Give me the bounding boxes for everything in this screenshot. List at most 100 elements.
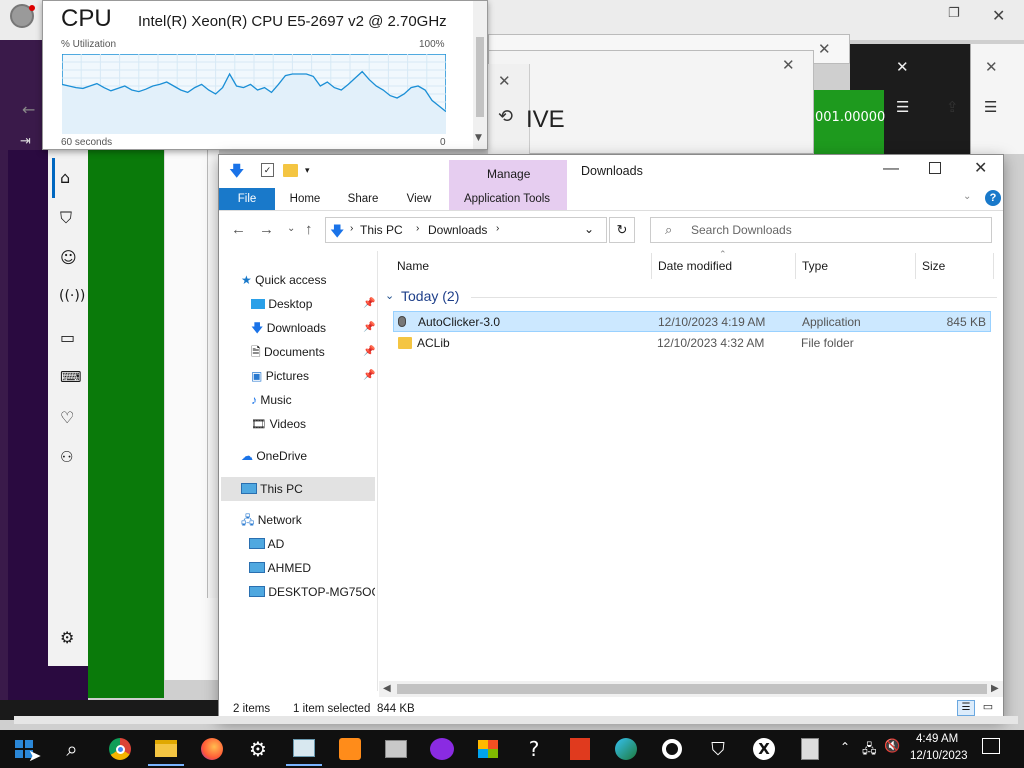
- tab-view[interactable]: View: [395, 188, 443, 210]
- col-divider[interactable]: [915, 253, 916, 279]
- crumb-downloads[interactable]: Downloads: [428, 223, 487, 237]
- nav-quick-access[interactable]: ★ Quick access: [241, 268, 326, 292]
- settings-icon[interactable]: ⚙: [60, 628, 74, 647]
- details-view-icon[interactable]: ☰: [957, 700, 975, 716]
- nav-this-pc[interactable]: This PC: [241, 477, 303, 501]
- nav-ahmed[interactable]: AHMED: [249, 556, 311, 580]
- col-type[interactable]: Type: [802, 259, 828, 273]
- back-icon[interactable]: ←: [231, 221, 246, 238]
- app-browser-icon[interactable]: ▭: [60, 328, 75, 347]
- address-dropdown-icon[interactable]: ⌄: [584, 222, 594, 236]
- nav-music[interactable]: ♪ Music: [251, 388, 292, 412]
- up-icon[interactable]: ↑: [305, 221, 313, 238]
- help-icon[interactable]: ?: [985, 190, 1001, 206]
- bg-window-2-close-icon[interactable]: ✕: [818, 40, 831, 58]
- table-row[interactable]: ACLib 12/10/2023 4:32 AM File folder: [393, 333, 991, 354]
- calculator-icon[interactable]: [792, 732, 828, 766]
- home-icon[interactable]: ⌂: [60, 168, 70, 187]
- settings-taskbar-icon[interactable]: ⚙: [240, 732, 276, 766]
- nav-desktop-mg75og4[interactable]: DESKTOP-MG75OG4: [249, 580, 375, 604]
- tab-share[interactable]: Share: [339, 188, 387, 210]
- minimize-icon[interactable]: —: [883, 161, 899, 177]
- col-name[interactable]: Name: [397, 259, 429, 273]
- chrome-icon[interactable]: [102, 732, 138, 766]
- app-ring-icon[interactable]: [654, 732, 690, 766]
- task-manager-icon[interactable]: [286, 732, 322, 766]
- bg-window-3-close-icon[interactable]: ✕: [896, 58, 909, 76]
- bg-window-6-close-icon[interactable]: ✕: [498, 72, 511, 90]
- bg-window-4-close-icon[interactable]: ✕: [985, 58, 998, 76]
- wireless-icon[interactable]: ((·)): [59, 288, 85, 304]
- tab-home[interactable]: Home: [281, 188, 329, 210]
- search-input[interactable]: Search Downloads: [691, 223, 792, 237]
- nav-videos[interactable]: 🎞 Videos: [251, 412, 306, 436]
- table-row[interactable]: AutoClicker-3.0 12/10/2023 4:19 AM Appli…: [393, 311, 991, 332]
- pin-icon[interactable]: 📌: [363, 370, 375, 381]
- search-box[interactable]: ⌕ Search Downloads: [650, 217, 992, 243]
- qat-properties-icon[interactable]: ✓: [261, 163, 274, 177]
- close-icon[interactable]: ✕: [974, 161, 987, 177]
- laptop-icon[interactable]: ⌨: [60, 368, 82, 386]
- nav-ad[interactable]: AD: [249, 532, 284, 556]
- bg-window-5-close-icon[interactable]: ✕: [782, 56, 795, 74]
- tray-chevron-icon[interactable]: ⌃: [840, 740, 850, 754]
- tab-application-tools[interactable]: Application Tools: [451, 188, 563, 210]
- h-scrollbar[interactable]: ◀ ▶: [379, 681, 1003, 697]
- network-tray-icon[interactable]: 🖧: [862, 740, 877, 762]
- app-people-icon[interactable]: [332, 732, 368, 766]
- person-icon[interactable]: ☺: [60, 248, 77, 267]
- col-date[interactable]: Date modified: [658, 259, 732, 273]
- pin-icon[interactable]: 📌: [363, 322, 375, 333]
- security-icon[interactable]: ⛉: [700, 732, 736, 766]
- scroll-down-icon[interactable]: ▼: [475, 133, 482, 143]
- bg-menu-icon-dark[interactable]: ☰: [896, 98, 909, 116]
- bg-share-icon[interactable]: ⇪: [946, 98, 959, 116]
- scroll-left-icon[interactable]: ◀: [383, 683, 391, 694]
- recent-locations-icon[interactable]: ⌄: [287, 223, 295, 234]
- group-collapse-icon[interactable]: ⌄: [385, 289, 394, 302]
- qat-new-folder-icon[interactable]: [283, 164, 298, 177]
- bg-signin-icon[interactable]: ⇥: [20, 134, 31, 149]
- maximize-icon[interactable]: [929, 162, 941, 174]
- nav-desktop[interactable]: Desktop: [251, 292, 312, 316]
- forward-icon[interactable]: →: [259, 221, 274, 238]
- bg-close-icon[interactable]: ✕: [992, 6, 1005, 25]
- shield-icon[interactable]: ⛉: [60, 208, 72, 228]
- firefox-icon[interactable]: [194, 732, 230, 766]
- col-divider[interactable]: [651, 253, 652, 279]
- address-bar[interactable]: 🡇 › This PC › Downloads › ⌄: [325, 217, 607, 243]
- qat-down-arrow-icon[interactable]: 🡇: [229, 161, 244, 186]
- office-icon[interactable]: [562, 732, 598, 766]
- scroll-thumb[interactable]: [397, 684, 987, 694]
- clock-date[interactable]: 12/10/2023: [910, 750, 968, 762]
- group-header[interactable]: Today (2): [401, 288, 459, 304]
- bg-back-arrow-icon[interactable]: ←: [22, 100, 35, 119]
- help-app-icon[interactable]: ?: [516, 732, 552, 766]
- bg-restore-icon[interactable]: ❐: [948, 6, 960, 21]
- pin-icon[interactable]: 📌: [363, 346, 375, 357]
- nav-network[interactable]: 🖧 Network: [241, 508, 302, 532]
- store-icon[interactable]: [470, 732, 506, 766]
- clock-time[interactable]: 4:49 AM: [916, 733, 958, 745]
- family-icon[interactable]: ⚇: [60, 448, 73, 466]
- edge-icon[interactable]: [608, 732, 644, 766]
- pin-icon[interactable]: 📌: [363, 298, 375, 309]
- heart-icon[interactable]: ♡: [60, 408, 74, 427]
- nav-onedrive[interactable]: ☁ OneDrive: [241, 444, 307, 468]
- notification-icon[interactable]: [982, 738, 1000, 754]
- col-divider[interactable]: [993, 253, 994, 279]
- scroll-thumb[interactable]: [476, 37, 484, 117]
- ribbon-expand-icon[interactable]: ⌄: [963, 191, 971, 202]
- col-divider[interactable]: [795, 253, 796, 279]
- app-purple-icon[interactable]: [424, 732, 460, 766]
- search-taskbar-icon[interactable]: ⌕: [54, 732, 90, 766]
- scroll-right-icon[interactable]: ▶: [991, 683, 999, 694]
- qat-dropdown-icon[interactable]: ▾: [305, 165, 310, 176]
- crumb-this-pc[interactable]: This PC: [360, 223, 403, 237]
- large-icons-view-icon[interactable]: ▭: [979, 700, 997, 716]
- tab-file[interactable]: File: [219, 188, 275, 210]
- xbox-icon[interactable]: X: [746, 732, 782, 766]
- file-explorer-icon[interactable]: [148, 732, 184, 766]
- refresh-button[interactable]: ↻: [609, 217, 635, 243]
- volume-muted-icon[interactable]: 🔇: [884, 739, 900, 754]
